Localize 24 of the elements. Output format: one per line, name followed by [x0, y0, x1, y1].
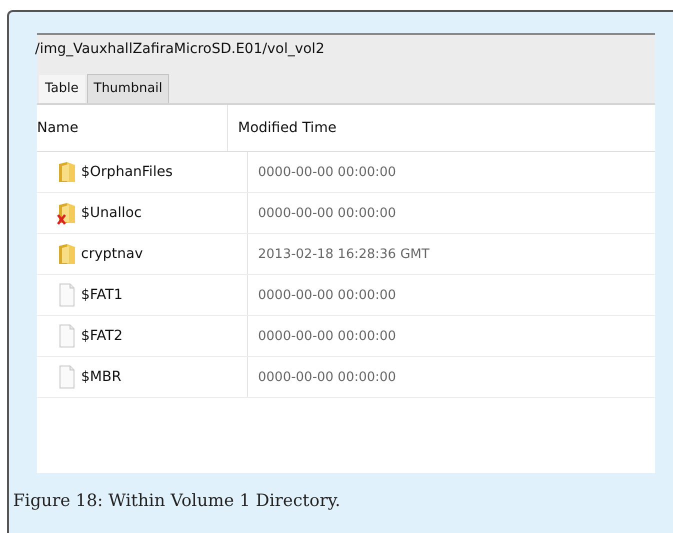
- file-icon: [57, 365, 77, 389]
- file-icon: [57, 324, 77, 348]
- column-header[interactable]: Name: [37, 105, 228, 151]
- column-header[interactable]: Modified Time: [228, 105, 655, 151]
- tab[interactable]: Table: [39, 75, 85, 103]
- file-name: $FAT1: [81, 287, 123, 303]
- modified-time: 0000-00-00 00:00:00: [258, 328, 396, 344]
- folder-icon: [57, 242, 77, 266]
- modified-time: 0000-00-00 00:00:00: [258, 164, 396, 180]
- folder-icon: [57, 160, 77, 184]
- file-name: $MBR: [81, 369, 122, 385]
- deleted-folder-icon: [57, 201, 77, 225]
- modified-time: 0000-00-00 00:00:00: [258, 206, 396, 220]
- path-text: /img_VauxhallZafiraMicroSD.E01/vol_vol2: [35, 41, 324, 57]
- file-name: $Unalloc: [81, 205, 142, 221]
- modified-time: 0000-00-00 00:00:00: [258, 288, 396, 302]
- figure-caption: Figure 18: Within Volume 1 Directory.: [13, 491, 342, 511]
- file-icon: [57, 283, 77, 307]
- file-name: $OrphanFiles: [81, 164, 173, 180]
- modified-time: 2013-02-18 16:28:36 GMT: [258, 246, 430, 262]
- file-name: cryptnav: [81, 246, 143, 262]
- modified-time: 0000-00-00 00:00:00: [258, 370, 396, 384]
- file-name: $FAT2: [81, 328, 123, 344]
- tab[interactable]: Thumbnail: [86, 74, 170, 103]
